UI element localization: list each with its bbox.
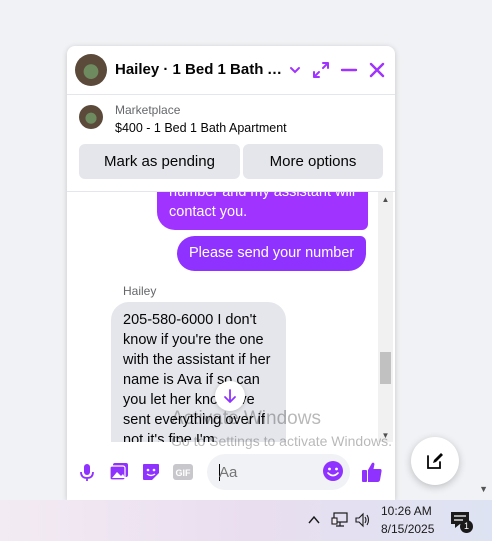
outgoing-message: number and my assistant will contact you… — [157, 192, 368, 230]
listing-name[interactable]: $400 - 1 Bed 1 Bath Apartment — [115, 121, 287, 135]
clock-time[interactable]: 10:26 AM — [381, 504, 432, 518]
tray-chevron-icon[interactable] — [307, 513, 321, 527]
arrow-down-icon — [224, 389, 236, 403]
chevron-down-icon[interactable] — [283, 58, 307, 82]
gif-icon[interactable]: GIF — [171, 460, 195, 484]
sticker-icon[interactable] — [139, 460, 163, 484]
incoming-message: 205-580-6000 I don't know if you're the … — [111, 302, 286, 442]
chat-header: Hailey · 1 Bed 1 Bath A... — [67, 46, 395, 95]
message-composer: GIF — [67, 448, 395, 496]
more-options-button[interactable]: More options — [243, 144, 383, 179]
avatar[interactable] — [75, 54, 107, 86]
scroll-down-arrow[interactable]: ▼ — [378, 428, 393, 442]
microphone-icon[interactable] — [75, 460, 99, 484]
compose-icon — [427, 453, 443, 469]
mark-as-pending-button[interactable]: Mark as pending — [79, 144, 240, 179]
network-icon[interactable] — [331, 512, 349, 528]
listing-thumbnail[interactable] — [79, 105, 103, 129]
emoji-icon[interactable] — [322, 460, 346, 484]
notification-count-badge: 1 — [460, 520, 473, 533]
thumbs-up-icon[interactable] — [360, 460, 384, 484]
marketplace-listing: Marketplace $400 - 1 Bed 1 Bath Apartmen… — [67, 95, 395, 192]
chat-window: Hailey · 1 Bed 1 Bath A... Marketplace $… — [67, 46, 395, 500]
svg-text:GIF: GIF — [176, 468, 192, 478]
message-scrollbar[interactable]: ▲ ▼ — [378, 192, 393, 442]
clock-date[interactable]: 8/15/2025 — [381, 522, 434, 536]
chat-title[interactable]: Hailey · 1 Bed 1 Bath A... — [115, 61, 285, 78]
scroll-up-arrow[interactable]: ▲ — [378, 192, 393, 206]
message-input-wrapper[interactable] — [207, 454, 350, 490]
scroll-thumb[interactable] — [380, 352, 391, 384]
new-message-button[interactable] — [411, 437, 459, 485]
listing-label: Marketplace — [115, 103, 181, 117]
close-icon[interactable] — [365, 58, 389, 82]
taskbar: 10:26 AM 8/15/2025 1 — [0, 500, 492, 541]
minimize-icon[interactable] — [337, 58, 361, 82]
outgoing-message-text: number and my assistant will contact you… — [169, 192, 356, 220]
volume-icon[interactable] — [354, 512, 372, 528]
expand-icon[interactable] — [309, 58, 333, 82]
page-scroll-down-arrow[interactable]: ▼ — [479, 484, 488, 494]
message-input[interactable] — [219, 454, 319, 490]
jump-to-latest-button[interactable] — [215, 381, 245, 411]
outgoing-message: Please send your number — [177, 236, 367, 271]
image-icon[interactable] — [107, 460, 131, 484]
sender-name: Hailey — [123, 284, 157, 298]
